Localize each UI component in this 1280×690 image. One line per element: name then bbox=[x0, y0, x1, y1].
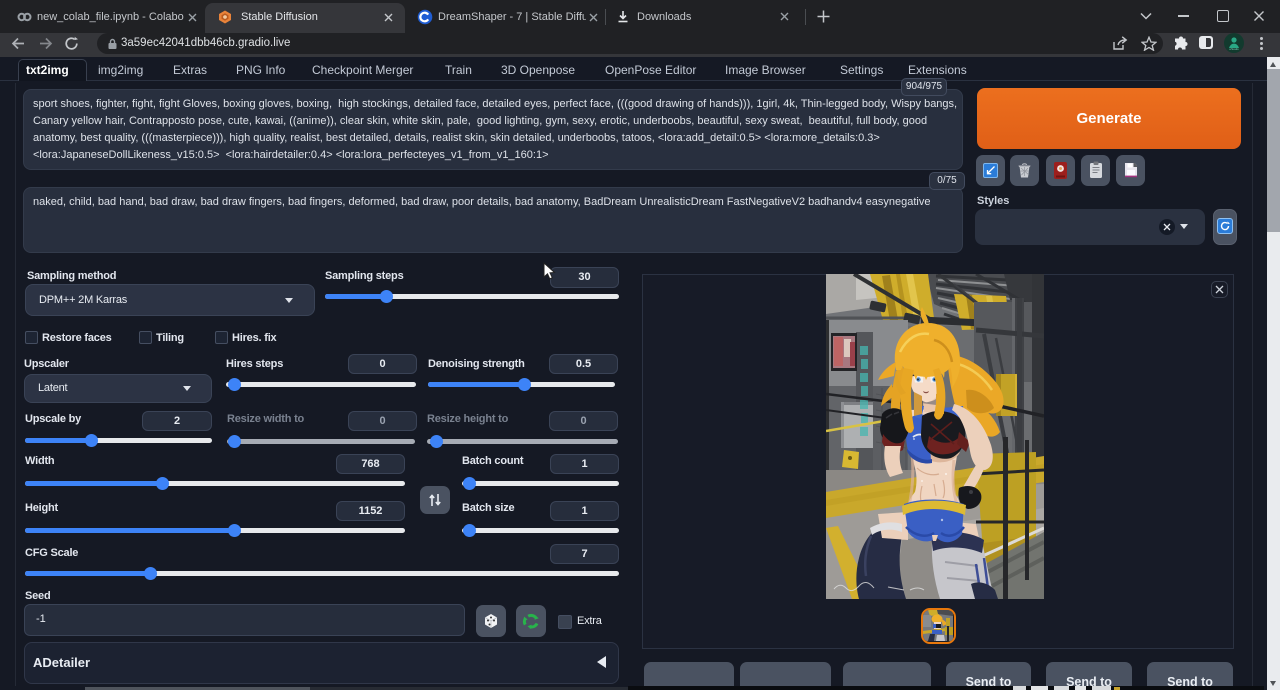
svg-text:eSouls: eSouls bbox=[1229, 47, 1239, 51]
